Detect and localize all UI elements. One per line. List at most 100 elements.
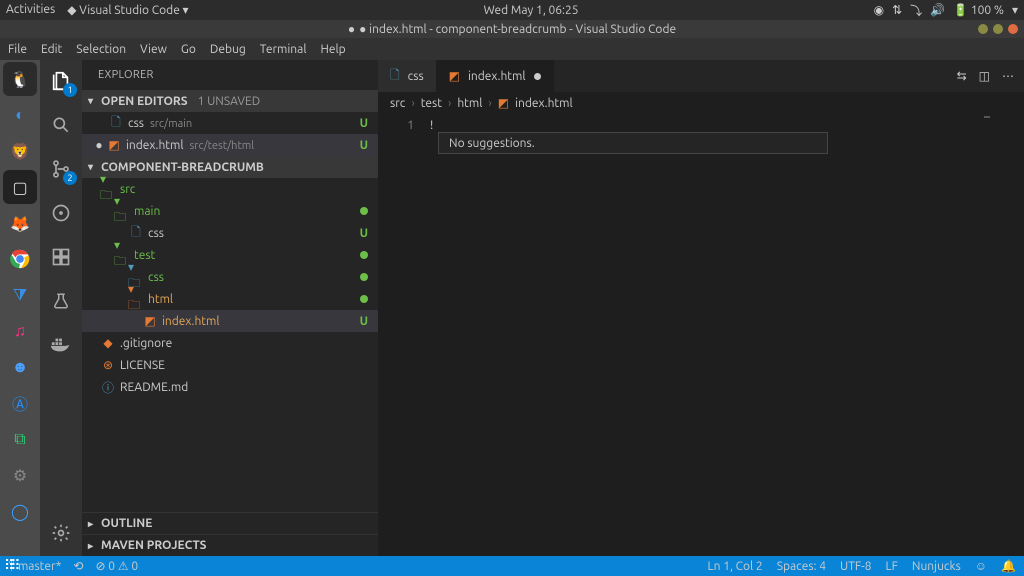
maximize-icon[interactable] <box>993 24 1003 34</box>
menu-file[interactable]: File <box>8 43 27 56</box>
notifications-icon[interactable]: 🔔 <box>1001 559 1016 573</box>
chevron-right-icon: ▸ <box>88 540 93 552</box>
network-icon[interactable]: ⇅ <box>892 3 902 17</box>
file-icon: ⓘ <box>100 379 116 396</box>
editor-area: 🗋 css ◩ index.html ⇆ ◫ ⋯ src› test› html… <box>378 60 1024 556</box>
clock[interactable]: Wed May 1, 06:25 <box>189 4 874 17</box>
explorer-icon[interactable]: 1 <box>48 68 74 94</box>
launcher-app-icon[interactable]: 🐧 <box>3 62 37 96</box>
split-editor-icon[interactable]: ◫ <box>979 69 990 83</box>
launcher-app-icon[interactable]: 🦁 <box>3 134 37 168</box>
menubar: File Edit Selection View Go Debug Termin… <box>0 38 1024 60</box>
editor-tab[interactable]: 🗋 css <box>378 60 437 92</box>
tree-folder[interactable]: ▾ 🗀main <box>82 200 378 222</box>
file-icon: ◩ <box>142 314 158 328</box>
show-applications-icon[interactable]: ⠿⠿ <box>4 557 17 574</box>
css-file-icon: 🗋 <box>108 113 124 134</box>
scm-badge: 2 <box>63 171 77 185</box>
power-icon[interactable]: ▾ <box>1012 3 1018 17</box>
launcher-app-icon[interactable]: ◐ <box>3 98 37 132</box>
tree-file[interactable]: ◆.gitignore <box>82 332 378 354</box>
project-header[interactable]: ▾ COMPONENT-BREADCRUMB <box>82 156 378 178</box>
beaker-icon[interactable] <box>48 288 74 314</box>
eol[interactable]: LF <box>885 560 897 573</box>
file-icon: ⊛ <box>100 358 116 372</box>
language-mode[interactable]: Nunjucks <box>912 560 961 573</box>
launcher-appstore-icon[interactable]: Ⓐ <box>3 386 37 420</box>
chevron-right-icon: ▸ <box>88 518 93 530</box>
editor-tabs: 🗋 css ◩ index.html ⇆ ◫ ⋯ <box>378 60 1024 92</box>
volume-icon[interactable]: 🔊 <box>930 3 945 17</box>
menu-edit[interactable]: Edit <box>41 43 62 56</box>
menu-selection[interactable]: Selection <box>76 43 126 56</box>
menu-view[interactable]: View <box>140 43 167 56</box>
css-file-icon: 🗋 <box>390 66 400 87</box>
tree-folder[interactable]: ▾ 🗀html <box>82 288 378 310</box>
system-tray[interactable]: ◉ ⇅ ⤵ 🔊 🔋 100 % ▾ <box>874 2 1018 19</box>
settings-gear-icon[interactable] <box>48 520 74 546</box>
tree-file[interactable]: ⊛LICENSE <box>82 354 378 376</box>
code-editor[interactable]: 1 ! No suggestions. <box>378 114 1024 556</box>
explorer-sidebar: EXPLORER ▾ OPEN EDITORS 1 UNSAVED 🗋 csss… <box>82 60 378 556</box>
html-file-icon: ◩ <box>498 96 509 110</box>
suggestion-widget[interactable]: No suggestions. <box>438 132 828 154</box>
minimize-icon[interactable] <box>978 24 988 34</box>
launcher-monitor-icon[interactable]: ⧉ <box>3 422 37 456</box>
extensions-icon[interactable] <box>48 244 74 270</box>
encoding[interactable]: UTF-8 <box>840 560 871 573</box>
editor-tab[interactable]: ◩ index.html <box>437 60 554 92</box>
tree-folder[interactable]: ▾ 🗀test <box>82 244 378 266</box>
code-line[interactable]: ! <box>430 116 433 136</box>
menu-help[interactable]: Help <box>320 43 345 56</box>
debug-icon[interactable] <box>48 200 74 226</box>
launcher-firefox-icon[interactable]: 🦊 <box>3 206 37 240</box>
file-icon: 🗋 <box>128 223 144 244</box>
outline-section[interactable]: ▸OUTLINE <box>82 512 378 534</box>
open-editor-item[interactable]: 🗋 csssrc/main U <box>82 112 378 134</box>
modified-dot-icon: ● <box>92 138 106 152</box>
launcher-app-icon[interactable]: ◯ <box>3 494 37 528</box>
compare-icon[interactable]: ⇆ <box>957 69 967 83</box>
modified-dot-icon <box>534 73 541 80</box>
folder-icon: ▾ 🗀 <box>128 282 144 317</box>
search-icon[interactable] <box>48 112 74 138</box>
breadcrumb[interactable]: src› test› html› ◩ index.html <box>378 92 1024 114</box>
maven-section[interactable]: ▸MAVEN PROJECTS <box>82 534 378 556</box>
indentation[interactable]: Spaces: 4 <box>777 560 826 573</box>
window-title: ● index.html - component-breadcrumb - Vi… <box>359 22 676 36</box>
close-icon[interactable] <box>1008 24 1018 34</box>
chrome-tray-icon[interactable]: ◉ <box>874 3 884 17</box>
launcher-settings-icon[interactable]: ⚙ <box>3 458 37 492</box>
tree-file[interactable]: ◩index.htmlU <box>82 310 378 332</box>
launcher-chrome-icon[interactable] <box>3 242 37 276</box>
os-topbar: Activities ◆ Visual Studio Code ▾ Wed Ma… <box>0 0 1024 20</box>
feedback-icon[interactable]: ☺ <box>975 559 987 573</box>
sidebar-title: EXPLORER <box>82 60 378 90</box>
ubuntu-launcher: 🐧 ◐ 🦁 ▢ 🦊 ⧩ ♫ ☻ Ⓐ ⧉ ⚙ ◯ <box>0 60 40 556</box>
launcher-vscode-icon[interactable]: ⧩ <box>3 278 37 312</box>
battery-icon[interactable]: 🔋 100 % <box>953 3 1004 17</box>
open-editors-header[interactable]: ▾ OPEN EDITORS 1 UNSAVED <box>82 90 378 112</box>
cursor-position[interactable]: Ln 1, Col 2 <box>707 560 762 573</box>
menu-terminal[interactable]: Terminal <box>260 43 307 56</box>
source-control-icon[interactable]: 2 <box>48 156 74 182</box>
active-app[interactable]: ◆ Visual Studio Code ▾ <box>67 3 188 17</box>
tree-file[interactable]: ⓘREADME.md <box>82 376 378 398</box>
launcher-terminal-icon[interactable]: ▢ <box>3 170 37 204</box>
launcher-music-icon[interactable]: ♫ <box>3 314 37 348</box>
sync-icon[interactable]: ⟲ <box>73 559 83 573</box>
more-icon[interactable]: ⋯ <box>1002 69 1014 83</box>
problems[interactable]: ⊘ 0 ⚠ 0 <box>95 559 138 573</box>
menu-debug[interactable]: Debug <box>210 43 246 56</box>
open-editor-item[interactable]: ● ◩ index.htmlsrc/test/html U <box>82 134 378 156</box>
explorer-badge: 1 <box>63 83 77 97</box>
docker-icon[interactable] <box>48 332 74 358</box>
activities-button[interactable]: Activities <box>6 3 55 17</box>
file-icon: ◆ <box>100 336 116 350</box>
statusbar: ᛘ master* ⟲ ⊘ 0 ⚠ 0 Ln 1, Col 2 Spaces: … <box>0 556 1024 576</box>
wifi-icon[interactable]: ⤵ <box>910 2 922 19</box>
launcher-finder-icon[interactable]: ☻ <box>3 350 37 384</box>
chevron-down-icon: ▾ <box>88 161 93 173</box>
menu-go[interactable]: Go <box>181 43 196 56</box>
minimap[interactable] <box>980 114 1022 556</box>
